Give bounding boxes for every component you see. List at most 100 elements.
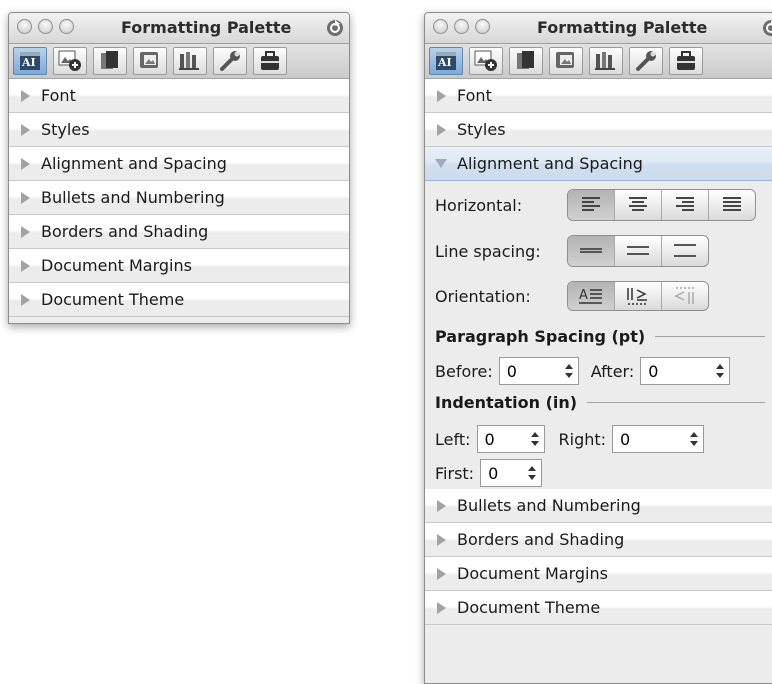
align-right-icon <box>676 197 694 211</box>
disclosure-triangle-icon[interactable] <box>437 499 446 512</box>
disclosure-triangle-open-icon[interactable] <box>435 159 447 168</box>
line-spacing-label: Line spacing: <box>435 241 541 261</box>
disclosure-triangle-icon[interactable] <box>437 89 446 102</box>
compatibility-report-tab[interactable] <box>253 47 287 75</box>
justify-button[interactable] <box>708 190 755 220</box>
disclosure-triangle-icon[interactable] <box>21 259 30 272</box>
before-spacing-stepper[interactable] <box>560 358 578 384</box>
svg-text:AI: AI <box>21 56 36 69</box>
disclosure-triangle-icon[interactable] <box>21 225 30 238</box>
scrapbook-tab[interactable] <box>589 47 623 75</box>
single-spacing-button[interactable] <box>568 236 614 266</box>
section-bullets-and-numbering[interactable]: Bullets and Numbering <box>9 181 349 215</box>
align-left-button[interactable] <box>568 190 614 220</box>
disclosure-triangle-icon[interactable] <box>437 601 446 614</box>
section-borders-and-shading[interactable]: Borders and Shading <box>9 215 349 249</box>
citations-icon <box>101 51 118 69</box>
section-bullets-and-numbering[interactable]: Bullets and Numbering <box>425 489 772 523</box>
divider <box>655 336 765 337</box>
text-orientation-control: A <box>567 281 709 311</box>
disclosure-triangle-icon[interactable] <box>437 533 446 546</box>
svg-text:AI: AI <box>437 56 452 69</box>
reference-tools-tab[interactable] <box>629 47 663 75</box>
horizontal-label: Horizontal: <box>435 195 523 215</box>
left-indent-stepper[interactable] <box>526 426 544 452</box>
scrapbook-icon <box>179 52 199 70</box>
section-label: Document Theme <box>457 598 601 617</box>
section-alignment-and-spacing[interactable]: Alignment and Spacing <box>425 147 772 181</box>
align-center-button[interactable] <box>614 190 661 220</box>
section-borders-and-shading[interactable]: Borders and Shading <box>425 523 772 557</box>
section-font[interactable]: Font <box>9 79 349 113</box>
object-palette-tab[interactable] <box>549 47 583 75</box>
section-document-margins[interactable]: Document Margins <box>9 249 349 283</box>
vertical-text-down-button[interactable] <box>614 282 661 310</box>
first-indent-field <box>480 459 543 487</box>
align-left-icon <box>582 197 600 211</box>
disclosure-triangle-icon[interactable] <box>21 191 30 204</box>
first-indent-input[interactable] <box>481 460 521 486</box>
title-bar[interactable]: Formatting Palette <box>425 13 772 44</box>
disclosure-triangle-icon[interactable] <box>437 123 446 136</box>
add-objects-tab[interactable] <box>53 47 87 75</box>
section-label: Borders and Shading <box>41 222 209 241</box>
title-bar[interactable]: Formatting Palette <box>9 13 349 44</box>
section-alignment-and-spacing[interactable]: Alignment and Spacing <box>9 147 349 181</box>
before-spacing-input[interactable] <box>499 358 557 384</box>
formatting-icon: AI <box>436 52 456 70</box>
disclosure-triangle-icon[interactable] <box>21 293 30 306</box>
section-document-theme[interactable]: Document Theme <box>9 283 349 317</box>
paragraph-spacing-title: Paragraph Spacing (pt) <box>435 327 646 346</box>
double-spacing-button[interactable] <box>661 236 708 266</box>
close-window-button[interactable] <box>17 19 32 34</box>
collapse-palette-icon[interactable] <box>326 19 344 37</box>
collapse-palette-icon[interactable] <box>762 19 772 37</box>
add-objects-tab[interactable] <box>469 47 503 75</box>
formatting-tab[interactable]: AI <box>13 47 47 75</box>
one-half-spacing-button[interactable] <box>614 236 661 266</box>
left-indent-field <box>476 425 545 453</box>
section-label: Borders and Shading <box>457 530 625 549</box>
horizontal-text-icon: A <box>579 288 602 304</box>
citations-tab[interactable] <box>509 47 543 75</box>
citations-tab[interactable] <box>93 47 127 75</box>
after-spacing-stepper[interactable] <box>711 358 729 384</box>
right-indent-stepper[interactable] <box>685 426 703 452</box>
minimize-window-button[interactable] <box>38 19 53 34</box>
first-indent-stepper[interactable] <box>523 460 541 486</box>
palette-toolbar: AI <box>9 44 349 79</box>
before-label: Before: <box>435 361 493 381</box>
object-palette-tab[interactable] <box>133 47 167 75</box>
after-spacing-input[interactable] <box>641 358 707 384</box>
vertical-text-up-button[interactable] <box>661 282 708 310</box>
section-label: Alignment and Spacing <box>41 154 227 173</box>
align-right-button[interactable] <box>661 190 708 220</box>
zoom-window-button[interactable] <box>59 19 74 34</box>
minimize-window-button[interactable] <box>454 19 469 34</box>
horizontal-text-button[interactable]: A <box>568 282 614 310</box>
section-document-theme[interactable]: Document Theme <box>425 591 772 625</box>
disclosure-triangle-icon[interactable] <box>21 123 30 136</box>
zoom-window-button[interactable] <box>475 19 490 34</box>
compatibility-report-icon <box>677 51 695 70</box>
section-font[interactable]: Font <box>425 79 772 113</box>
section-list-bottom: Bullets and Numbering Borders and Shading… <box>425 489 772 625</box>
disclosure-triangle-icon[interactable] <box>21 157 30 170</box>
reference-tools-tab[interactable] <box>213 47 247 75</box>
section-label: Font <box>41 86 76 105</box>
right-indent-input[interactable] <box>613 426 681 452</box>
horizontal-alignment-control <box>567 189 756 221</box>
section-list-top: Font Styles <box>425 79 772 147</box>
section-list: Font Styles Alignment and Spacing Bullets a… <box>9 79 349 317</box>
close-window-button[interactable] <box>433 19 448 34</box>
left-indent-input[interactable] <box>477 426 523 452</box>
formatting-tab[interactable]: AI <box>429 47 463 75</box>
compatibility-report-tab[interactable] <box>669 47 703 75</box>
section-styles[interactable]: Styles <box>425 113 772 147</box>
section-document-margins[interactable]: Document Margins <box>425 557 772 591</box>
disclosure-triangle-icon[interactable] <box>21 89 30 102</box>
disclosure-triangle-icon[interactable] <box>437 567 446 580</box>
orientation-label: Orientation: <box>435 286 531 306</box>
scrapbook-tab[interactable] <box>173 47 207 75</box>
section-styles[interactable]: Styles <box>9 113 349 147</box>
